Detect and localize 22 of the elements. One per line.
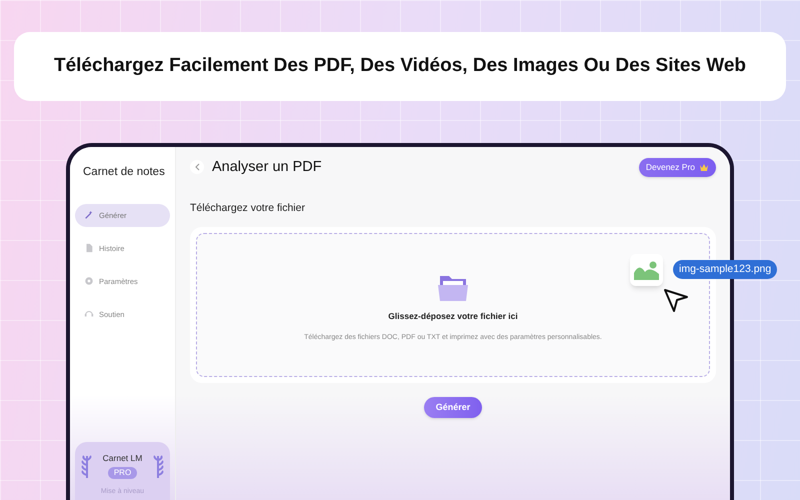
page-title: Analyser un PDF <box>212 158 322 176</box>
plan-name: Carnet LM <box>102 452 142 465</box>
laurel-icon <box>152 454 164 480</box>
laurel-icon <box>81 454 93 480</box>
pro-badge: PRO <box>108 466 138 479</box>
app-title: Carnet de notes <box>83 165 166 180</box>
back-button[interactable] <box>190 160 204 174</box>
chevron-left-icon <box>194 163 200 172</box>
dropzone-title: Glissez-déposez votre fichier ici <box>388 310 518 323</box>
generate-button[interactable]: Générer <box>424 397 482 418</box>
magic-wand-icon <box>84 210 94 220</box>
headline: Téléchargez Facilement Des PDF, Des Vidéos, Des Images Ou Des Sites Web <box>54 54 746 78</box>
folder-icon <box>437 274 469 302</box>
image-file-icon <box>630 254 663 286</box>
document-icon <box>84 243 94 254</box>
headset-icon <box>84 309 94 320</box>
upgrade-button[interactable]: Devenez Pro <box>638 158 716 177</box>
file-name-label: img-sample123.png <box>673 260 778 279</box>
section-heading: Téléchargez votre fichier <box>190 201 306 216</box>
cursor-icon <box>663 288 689 314</box>
settings-icon <box>84 276 94 286</box>
crown-icon <box>699 162 709 172</box>
